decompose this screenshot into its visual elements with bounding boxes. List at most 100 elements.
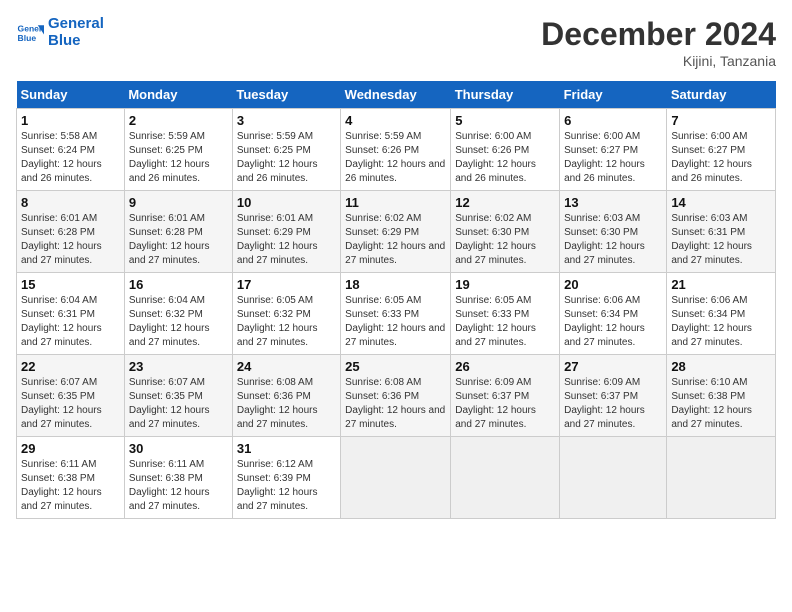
day-info: Sunrise: 6:06 AMSunset: 6:34 PMDaylight:… bbox=[671, 295, 752, 348]
day-number: 25 bbox=[345, 359, 446, 374]
table-row: 9 Sunrise: 6:01 AMSunset: 6:28 PMDayligh… bbox=[124, 191, 232, 273]
table-row: 5 Sunrise: 6:00 AMSunset: 6:26 PMDayligh… bbox=[451, 109, 560, 191]
day-number: 20 bbox=[564, 277, 662, 292]
day-info: Sunrise: 6:07 AMSunset: 6:35 PMDaylight:… bbox=[129, 377, 210, 430]
day-number: 12 bbox=[455, 195, 555, 210]
day-info: Sunrise: 5:58 AMSunset: 6:24 PMDaylight:… bbox=[21, 131, 102, 184]
table-row: 31 Sunrise: 6:12 AMSunset: 6:39 PMDaylig… bbox=[232, 437, 340, 519]
table-row: 19 Sunrise: 6:05 AMSunset: 6:33 PMDaylig… bbox=[451, 273, 560, 355]
table-row: 24 Sunrise: 6:08 AMSunset: 6:36 PMDaylig… bbox=[232, 355, 340, 437]
day-info: Sunrise: 6:07 AMSunset: 6:35 PMDaylight:… bbox=[21, 377, 102, 430]
page-header: General Blue GeneralBlue December 2024 K… bbox=[16, 16, 776, 69]
table-row: 20 Sunrise: 6:06 AMSunset: 6:34 PMDaylig… bbox=[560, 273, 667, 355]
day-number: 16 bbox=[129, 277, 228, 292]
day-info: Sunrise: 6:10 AMSunset: 6:38 PMDaylight:… bbox=[671, 377, 752, 430]
calendar-week-row: 8 Sunrise: 6:01 AMSunset: 6:28 PMDayligh… bbox=[17, 191, 776, 273]
day-info: Sunrise: 6:11 AMSunset: 6:38 PMDaylight:… bbox=[21, 459, 102, 512]
table-row bbox=[341, 437, 451, 519]
table-row: 13 Sunrise: 6:03 AMSunset: 6:30 PMDaylig… bbox=[560, 191, 667, 273]
day-number: 26 bbox=[455, 359, 555, 374]
day-info: Sunrise: 5:59 AMSunset: 6:25 PMDaylight:… bbox=[237, 131, 318, 184]
day-info: Sunrise: 6:03 AMSunset: 6:30 PMDaylight:… bbox=[564, 213, 645, 266]
calendar-week-row: 1 Sunrise: 5:58 AMSunset: 6:24 PMDayligh… bbox=[17, 109, 776, 191]
day-info: Sunrise: 6:03 AMSunset: 6:31 PMDaylight:… bbox=[671, 213, 752, 266]
table-row: 2 Sunrise: 5:59 AMSunset: 6:25 PMDayligh… bbox=[124, 109, 232, 191]
svg-text:Blue: Blue bbox=[18, 32, 37, 42]
day-number: 18 bbox=[345, 277, 446, 292]
day-info: Sunrise: 6:05 AMSunset: 6:33 PMDaylight:… bbox=[455, 295, 536, 348]
calendar-week-row: 22 Sunrise: 6:07 AMSunset: 6:35 PMDaylig… bbox=[17, 355, 776, 437]
col-friday: Friday bbox=[560, 81, 667, 109]
day-number: 27 bbox=[564, 359, 662, 374]
day-number: 21 bbox=[671, 277, 771, 292]
day-info: Sunrise: 6:09 AMSunset: 6:37 PMDaylight:… bbox=[455, 377, 536, 430]
day-info: Sunrise: 6:01 AMSunset: 6:28 PMDaylight:… bbox=[21, 213, 102, 266]
day-info: Sunrise: 6:00 AMSunset: 6:26 PMDaylight:… bbox=[455, 131, 536, 184]
day-number: 31 bbox=[237, 441, 336, 456]
day-number: 22 bbox=[21, 359, 120, 374]
day-info: Sunrise: 6:12 AMSunset: 6:39 PMDaylight:… bbox=[237, 459, 318, 512]
day-info: Sunrise: 5:59 AMSunset: 6:25 PMDaylight:… bbox=[129, 131, 210, 184]
month-title: December 2024 bbox=[541, 16, 776, 53]
logo-text: GeneralBlue bbox=[48, 16, 104, 49]
day-number: 23 bbox=[129, 359, 228, 374]
table-row bbox=[667, 437, 776, 519]
logo: General Blue GeneralBlue bbox=[16, 16, 104, 49]
calendar-week-row: 29 Sunrise: 6:11 AMSunset: 6:38 PMDaylig… bbox=[17, 437, 776, 519]
day-info: Sunrise: 6:04 AMSunset: 6:31 PMDaylight:… bbox=[21, 295, 102, 348]
table-row: 25 Sunrise: 6:08 AMSunset: 6:36 PMDaylig… bbox=[341, 355, 451, 437]
table-row: 3 Sunrise: 5:59 AMSunset: 6:25 PMDayligh… bbox=[232, 109, 340, 191]
col-saturday: Saturday bbox=[667, 81, 776, 109]
col-wednesday: Wednesday bbox=[341, 81, 451, 109]
day-info: Sunrise: 6:00 AMSunset: 6:27 PMDaylight:… bbox=[564, 131, 645, 184]
table-row: 27 Sunrise: 6:09 AMSunset: 6:37 PMDaylig… bbox=[560, 355, 667, 437]
table-row: 10 Sunrise: 6:01 AMSunset: 6:29 PMDaylig… bbox=[232, 191, 340, 273]
day-number: 5 bbox=[455, 113, 555, 128]
day-number: 3 bbox=[237, 113, 336, 128]
day-number: 24 bbox=[237, 359, 336, 374]
col-monday: Monday bbox=[124, 81, 232, 109]
table-row: 28 Sunrise: 6:10 AMSunset: 6:38 PMDaylig… bbox=[667, 355, 776, 437]
day-number: 30 bbox=[129, 441, 228, 456]
table-row: 18 Sunrise: 6:05 AMSunset: 6:33 PMDaylig… bbox=[341, 273, 451, 355]
day-number: 29 bbox=[21, 441, 120, 456]
col-thursday: Thursday bbox=[451, 81, 560, 109]
day-number: 4 bbox=[345, 113, 446, 128]
table-row: 15 Sunrise: 6:04 AMSunset: 6:31 PMDaylig… bbox=[17, 273, 125, 355]
day-number: 15 bbox=[21, 277, 120, 292]
location: Kijini, Tanzania bbox=[541, 53, 776, 69]
table-row: 7 Sunrise: 6:00 AMSunset: 6:27 PMDayligh… bbox=[667, 109, 776, 191]
table-row: 6 Sunrise: 6:00 AMSunset: 6:27 PMDayligh… bbox=[560, 109, 667, 191]
day-info: Sunrise: 6:09 AMSunset: 6:37 PMDaylight:… bbox=[564, 377, 645, 430]
day-info: Sunrise: 5:59 AMSunset: 6:26 PMDaylight:… bbox=[345, 131, 445, 184]
table-row: 17 Sunrise: 6:05 AMSunset: 6:32 PMDaylig… bbox=[232, 273, 340, 355]
table-row: 12 Sunrise: 6:02 AMSunset: 6:30 PMDaylig… bbox=[451, 191, 560, 273]
day-number: 1 bbox=[21, 113, 120, 128]
calendar-header-row: Sunday Monday Tuesday Wednesday Thursday… bbox=[17, 81, 776, 109]
table-row: 23 Sunrise: 6:07 AMSunset: 6:35 PMDaylig… bbox=[124, 355, 232, 437]
col-tuesday: Tuesday bbox=[232, 81, 340, 109]
col-sunday: Sunday bbox=[17, 81, 125, 109]
table-row: 29 Sunrise: 6:11 AMSunset: 6:38 PMDaylig… bbox=[17, 437, 125, 519]
day-info: Sunrise: 6:05 AMSunset: 6:33 PMDaylight:… bbox=[345, 295, 445, 348]
day-number: 17 bbox=[237, 277, 336, 292]
title-block: December 2024 Kijini, Tanzania bbox=[541, 16, 776, 69]
calendar-week-row: 15 Sunrise: 6:04 AMSunset: 6:31 PMDaylig… bbox=[17, 273, 776, 355]
table-row: 22 Sunrise: 6:07 AMSunset: 6:35 PMDaylig… bbox=[17, 355, 125, 437]
day-number: 7 bbox=[671, 113, 771, 128]
day-info: Sunrise: 6:08 AMSunset: 6:36 PMDaylight:… bbox=[237, 377, 318, 430]
table-row: 1 Sunrise: 5:58 AMSunset: 6:24 PMDayligh… bbox=[17, 109, 125, 191]
calendar-table: Sunday Monday Tuesday Wednesday Thursday… bbox=[16, 81, 776, 519]
table-row: 4 Sunrise: 5:59 AMSunset: 6:26 PMDayligh… bbox=[341, 109, 451, 191]
day-info: Sunrise: 6:02 AMSunset: 6:29 PMDaylight:… bbox=[345, 213, 445, 266]
day-info: Sunrise: 6:00 AMSunset: 6:27 PMDaylight:… bbox=[671, 131, 752, 184]
table-row bbox=[451, 437, 560, 519]
table-row: 16 Sunrise: 6:04 AMSunset: 6:32 PMDaylig… bbox=[124, 273, 232, 355]
day-info: Sunrise: 6:01 AMSunset: 6:28 PMDaylight:… bbox=[129, 213, 210, 266]
table-row: 21 Sunrise: 6:06 AMSunset: 6:34 PMDaylig… bbox=[667, 273, 776, 355]
day-number: 8 bbox=[21, 195, 120, 210]
day-number: 13 bbox=[564, 195, 662, 210]
day-info: Sunrise: 6:01 AMSunset: 6:29 PMDaylight:… bbox=[237, 213, 318, 266]
day-info: Sunrise: 6:04 AMSunset: 6:32 PMDaylight:… bbox=[129, 295, 210, 348]
day-number: 2 bbox=[129, 113, 228, 128]
